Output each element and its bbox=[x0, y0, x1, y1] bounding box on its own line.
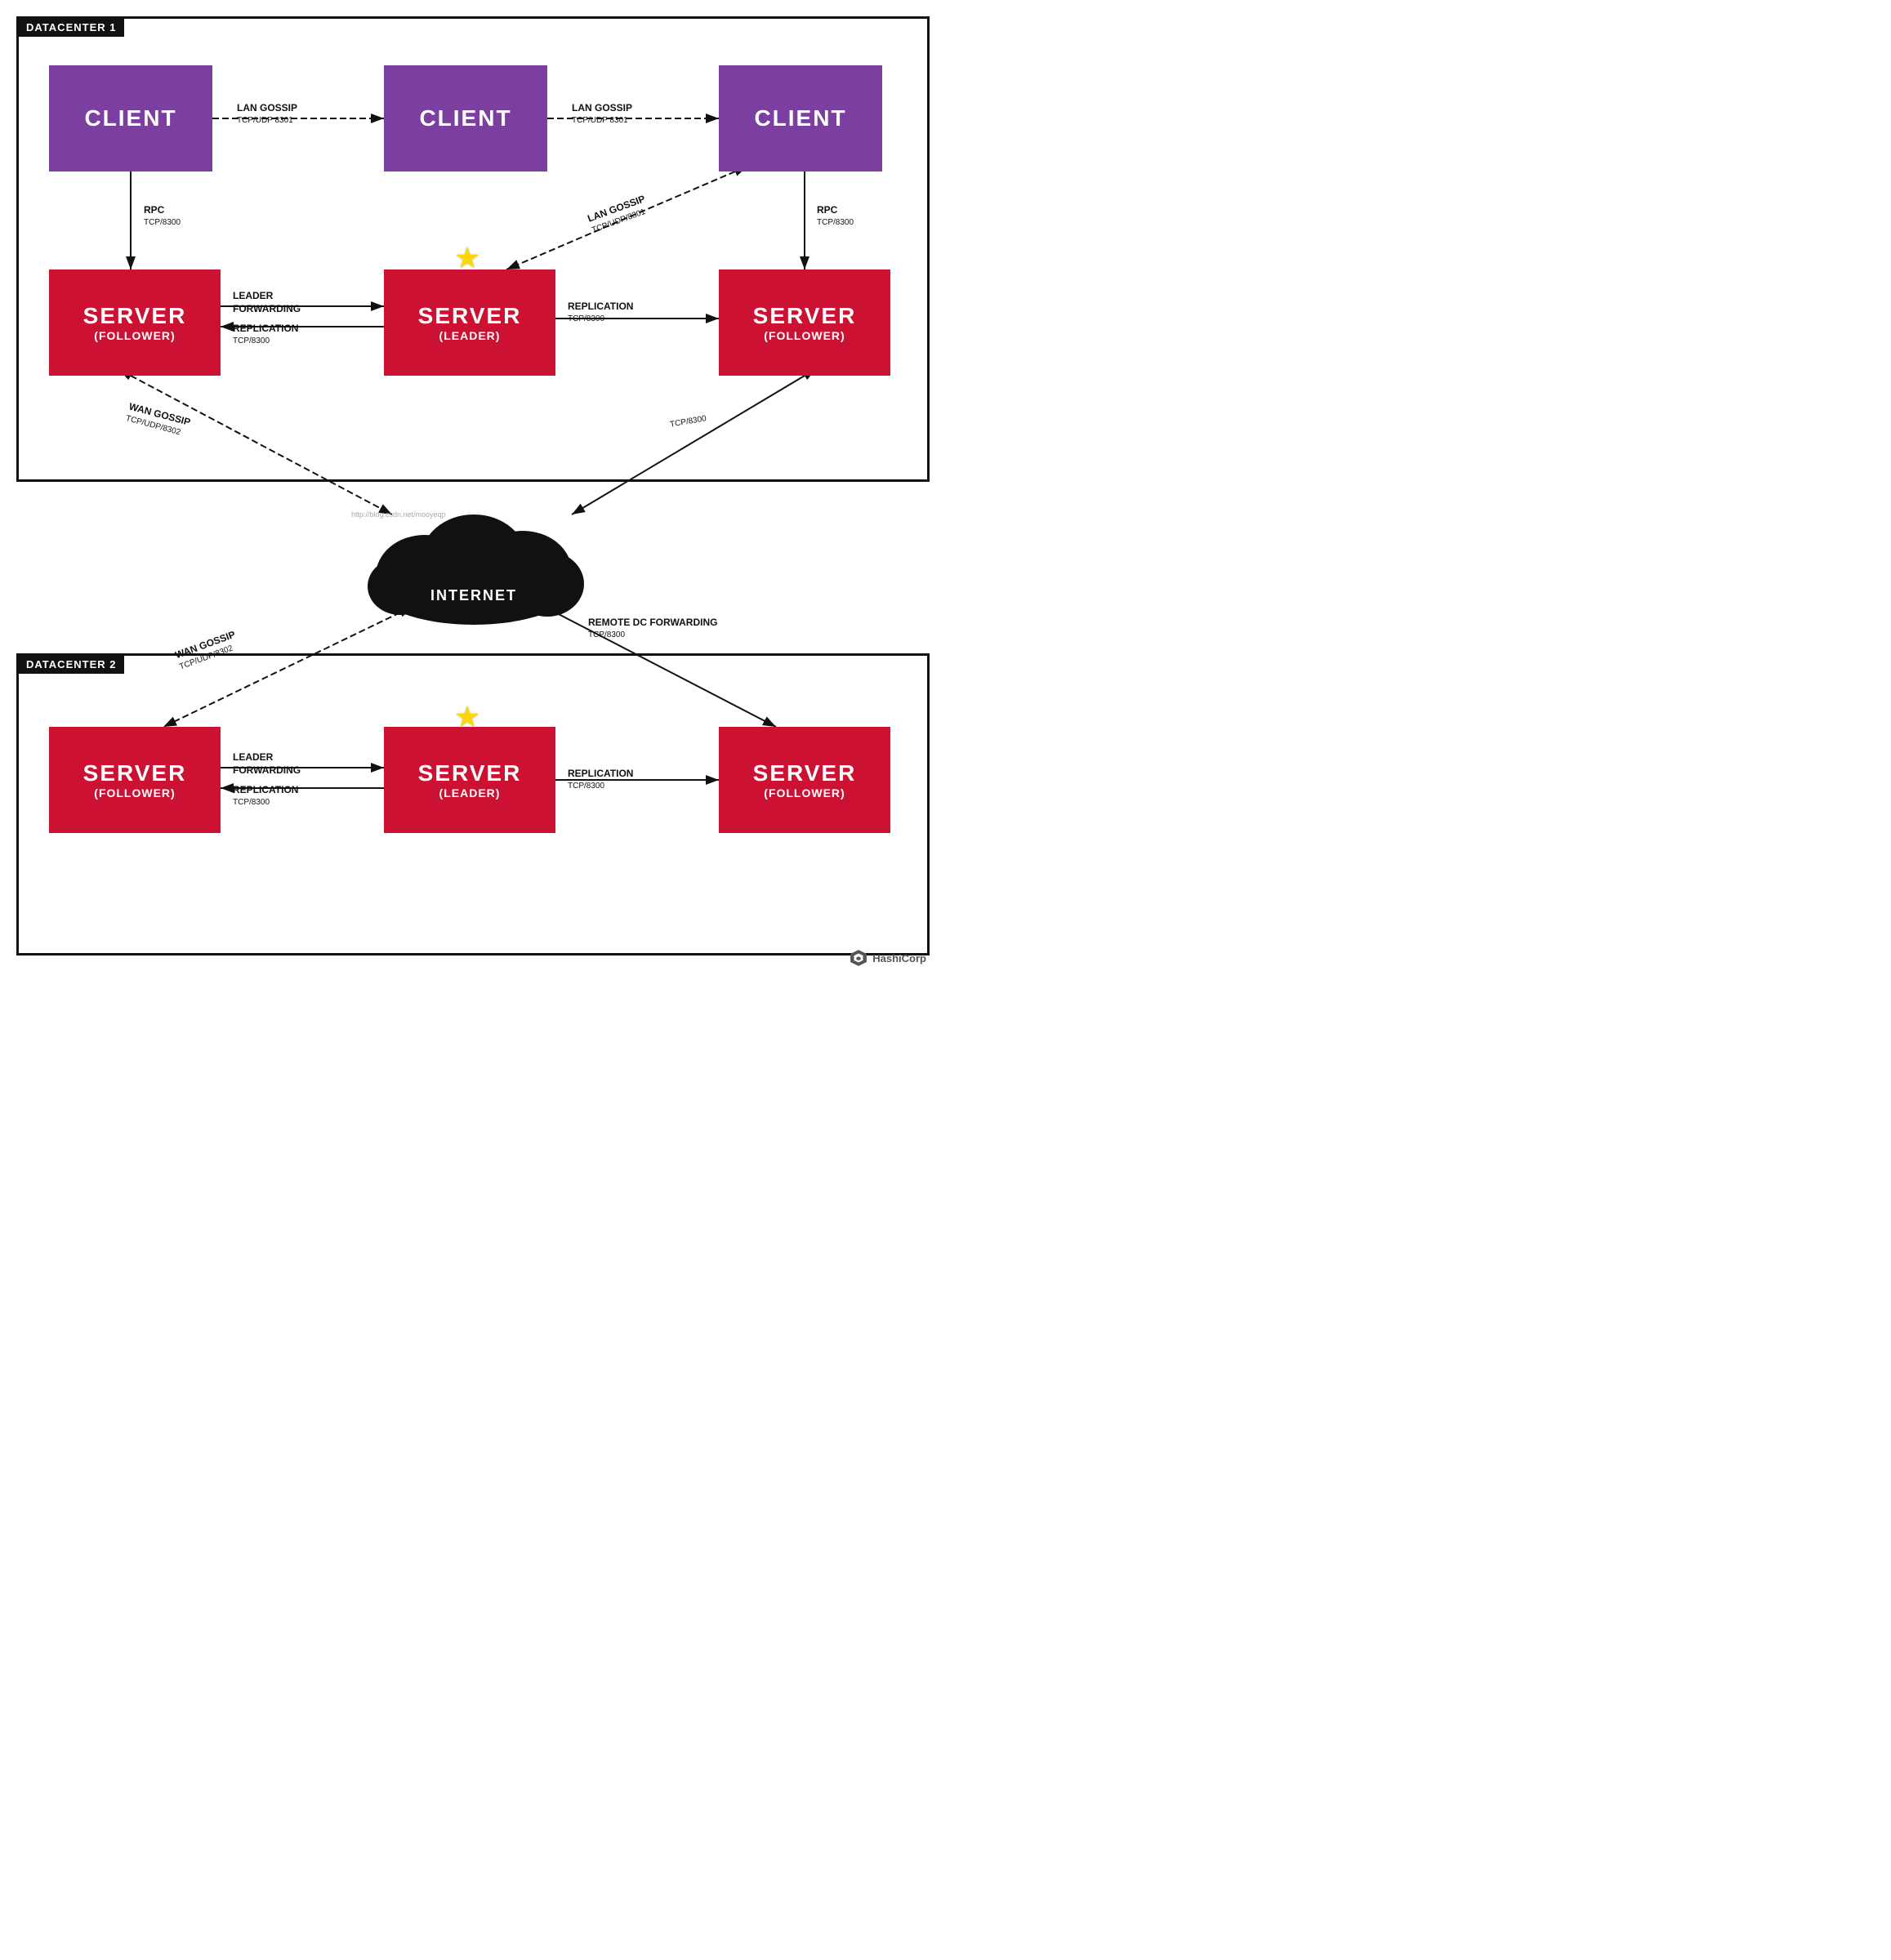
lan-gossip-label-1: LAN GOSSIP TCP/UDP 8301 bbox=[237, 102, 297, 126]
server5-role: (LEADER) bbox=[439, 786, 501, 800]
client2-box: CLIENT bbox=[384, 65, 547, 172]
client3-box: CLIENT bbox=[719, 65, 882, 172]
leader-fwd-dc1-label: LEADER FORWARDING bbox=[233, 290, 301, 315]
client2-label: CLIENT bbox=[419, 105, 511, 131]
server1-box: SERVER (FOLLOWER) bbox=[49, 270, 221, 376]
remote-dc-fwd-label: REMOTE DC FORWARDING TCP/8300 bbox=[588, 617, 717, 640]
server4-box: SERVER (FOLLOWER) bbox=[49, 727, 221, 833]
leader-fwd-dc2-label: LEADER FORWARDING bbox=[233, 751, 301, 777]
client3-label: CLIENT bbox=[754, 105, 846, 131]
server2-name: SERVER bbox=[418, 303, 522, 329]
server5-name: SERVER bbox=[418, 760, 522, 786]
server3-name: SERVER bbox=[753, 303, 857, 329]
server1-role: (FOLLOWER) bbox=[94, 329, 175, 342]
server2-role: (LEADER) bbox=[439, 329, 501, 342]
server1-name: SERVER bbox=[83, 303, 187, 329]
server5-box: SERVER (LEADER) bbox=[384, 727, 555, 833]
datacenter1-label: DATACENTER 1 bbox=[18, 18, 124, 37]
watermark: http://blog.csdn.net/mooyeqp bbox=[351, 510, 446, 519]
replication-left-dc1-label: REPLICATION TCP/8300 bbox=[233, 323, 298, 346]
star2: ★ bbox=[454, 700, 480, 734]
server6-name: SERVER bbox=[753, 760, 857, 786]
client1-box: CLIENT bbox=[49, 65, 212, 172]
replication-right-dc1-label: REPLICATION TCP/8300 bbox=[568, 301, 633, 324]
server4-role: (FOLLOWER) bbox=[94, 786, 175, 800]
diagram-wrapper: DATACENTER 1 DATACENTER 2 CLIENT CLIENT … bbox=[0, 0, 946, 980]
star1: ★ bbox=[454, 241, 480, 275]
server3-box: SERVER (FOLLOWER) bbox=[719, 270, 890, 376]
rpc-right-label: RPC TCP/8300 bbox=[817, 204, 854, 228]
rpc-left-label: RPC TCP/8300 bbox=[144, 204, 181, 228]
hashicorp-logo: HashiCorp bbox=[850, 949, 926, 967]
replication-right-dc2-label: REPLICATION TCP/8300 bbox=[568, 768, 633, 791]
server3-role: (FOLLOWER) bbox=[764, 329, 845, 342]
hashicorp-text: HashiCorp bbox=[872, 952, 926, 964]
server4-name: SERVER bbox=[83, 760, 187, 786]
client1-label: CLIENT bbox=[84, 105, 176, 131]
datacenter2-label: DATACENTER 2 bbox=[18, 655, 124, 674]
server6-box: SERVER (FOLLOWER) bbox=[719, 727, 890, 833]
server2-box: SERVER (LEADER) bbox=[384, 270, 555, 376]
lan-gossip-label-2: LAN GOSSIP TCP/UDP 8301 bbox=[572, 102, 632, 126]
svg-text:INTERNET: INTERNET bbox=[430, 587, 517, 604]
server6-role: (FOLLOWER) bbox=[764, 786, 845, 800]
replication-left-dc2-label: REPLICATION TCP/8300 bbox=[233, 784, 298, 808]
